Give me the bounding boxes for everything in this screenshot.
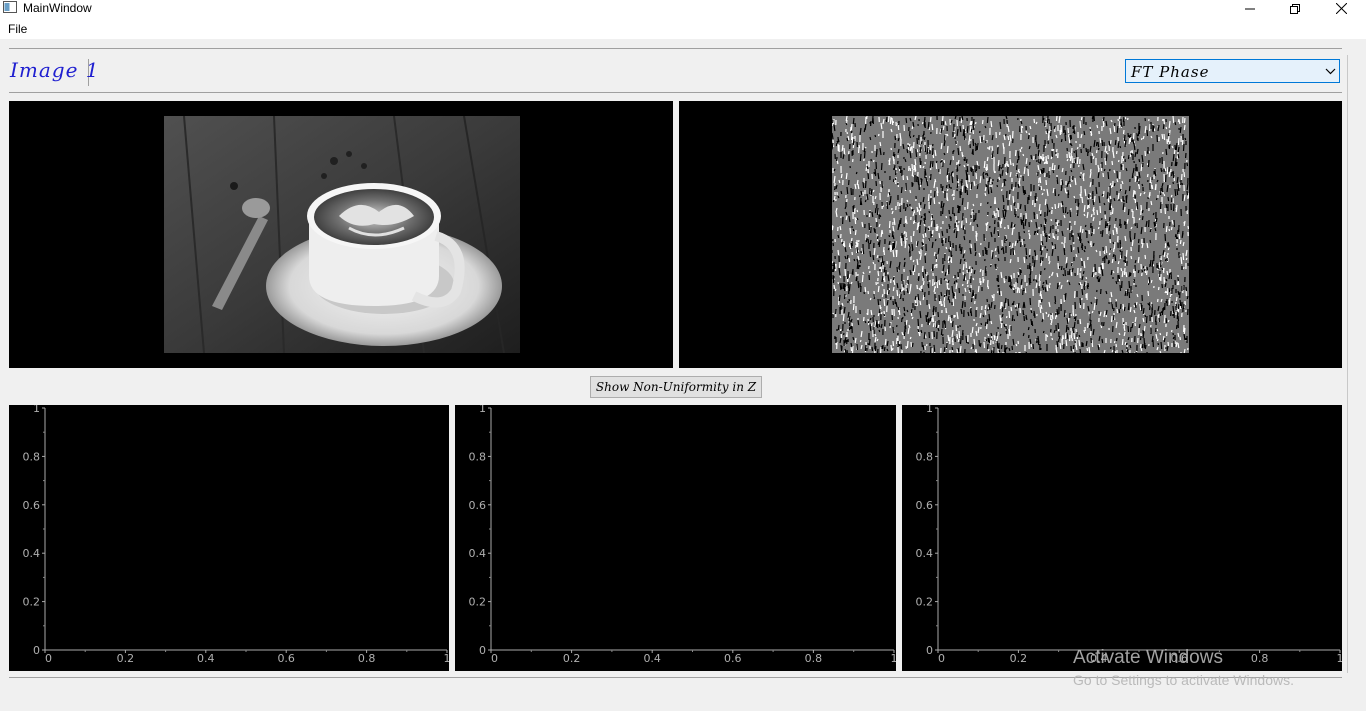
minimize-icon [1245,8,1255,9]
y-tick-label: 0.8 [469,450,487,463]
x-tick-label: 1 [1337,652,1343,665]
view-mode-select[interactable]: FT Phase [1125,59,1340,83]
top-separator [9,48,1342,49]
activation-watermark-subtitle: Go to Settings to activate Windows. [1073,672,1294,688]
x-tick-label: 0.4 [197,652,215,665]
restore-button[interactable] [1272,0,1318,17]
menu-file[interactable]: File [8,22,27,36]
y-tick-label: 0 [33,644,40,657]
y-tick-label: 0 [479,644,486,657]
x-tick-label: 0.2 [1010,652,1028,665]
image-label: Image 1 [10,58,100,82]
y-tick-label: 0.4 [916,547,934,560]
y-tick-label: 0 [926,644,933,657]
menu-bar: File [0,17,1366,39]
title-bar: MainWindow [0,0,1366,17]
plot-2-axes: 1 0.8 0.6 0.4 0.2 00 0.2 0.4 0.6 0.8 1 [469,405,897,665]
plot-1-axes: 1 0.8 0.6 0.4 0.2 00 0.2 0.4 0.6 0.8 1 [23,405,450,665]
y-tick-label: 1 [33,405,40,415]
close-button[interactable] [1318,0,1364,17]
x-tick-label: 0.4 [643,652,661,665]
x-tick-label: 0.2 [117,652,135,665]
restore-icon [1290,3,1300,14]
view-mode-value: FT Phase [1131,63,1210,81]
plot-2[interactable]: 1 0.8 0.6 0.4 0.2 0 0 0.2 0.4 0.6 0.8 1 [455,405,896,671]
x-tick-label: 0 [45,652,52,665]
x-tick-label: 0.6 [724,652,742,665]
ft-phase-image [832,116,1189,353]
activation-watermark-title: Activate Windows [1073,647,1223,668]
original-image-panel[interactable] [9,101,673,368]
coffee-cup-image [164,116,520,353]
x-tick-label: 0.8 [358,652,376,665]
x-tick-label: 0.8 [1251,652,1269,665]
header-separator [9,92,1342,93]
x-tick-label: 0 [491,652,498,665]
y-tick-label: 0.2 [469,596,487,609]
show-non-uniformity-button[interactable]: Show Non-Uniformity in Z [590,376,762,398]
x-tick-label: 1 [444,652,450,665]
x-tick-label: 0.2 [563,652,581,665]
y-tick-label: 0.8 [916,450,934,463]
y-tick-label: 0.8 [23,450,41,463]
plot-3-axes: 10.80.60.40.200 0.2 0.4 0.6 0.8 1 [916,405,1343,665]
x-tick-label: 0 [938,652,945,665]
x-tick-label: 0.8 [805,652,823,665]
app-icon [3,1,17,13]
y-tick-label: 0.6 [469,499,487,512]
ft-phase-panel[interactable] [679,101,1342,368]
plot-1[interactable]: 1 0.8 0.6 0.4 0.2 0 0 0.2 0.4 0.6 0.8 1 [9,405,449,671]
x-tick-label: 0.6 [277,652,295,665]
y-tick-label: 0.6 [916,499,934,512]
y-tick-label: 0.2 [916,596,934,609]
chevron-down-icon [1325,68,1336,75]
close-icon [1335,3,1347,14]
y-tick-label: 0.6 [23,499,41,512]
plot-3[interactable]: 1 0.8 0.6 0.4 0.2 0 0 0.2 0.4 0.6 0.8 1 [902,405,1342,671]
right-border [1347,55,1348,673]
x-tick-label: 1 [891,652,897,665]
y-tick-label: 0.4 [23,547,41,560]
y-tick-label: 1 [479,405,486,415]
window-title: MainWindow [23,1,92,15]
y-tick-label: 0.4 [469,547,487,560]
y-tick-label: 1 [926,405,933,415]
y-tick-label: 0.2 [23,596,41,609]
minimize-button[interactable] [1227,0,1273,17]
